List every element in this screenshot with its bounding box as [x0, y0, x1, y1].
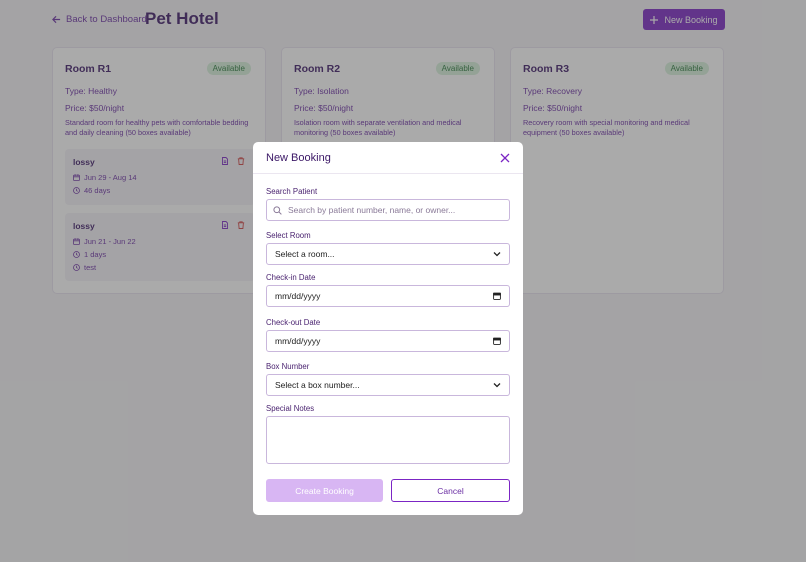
close-icon[interactable]: [500, 153, 510, 163]
check-out-label: Check-out Date: [266, 318, 321, 327]
room-select-value: Select a room...: [275, 249, 335, 259]
search-placeholder: Search by patient number, name, or owner…: [288, 205, 456, 215]
chevron-down-icon: [493, 383, 501, 388]
check-out-value: mm/dd/yyyy: [275, 336, 321, 346]
special-notes-label: Special Notes: [266, 404, 315, 413]
room-select[interactable]: Select a room...: [266, 243, 510, 265]
search-patient-input[interactable]: Search by patient number, name, or owner…: [266, 199, 510, 221]
select-room-label: Select Room: [266, 231, 311, 240]
calendar-picker-icon[interactable]: [493, 292, 501, 300]
box-number-select[interactable]: Select a box number...: [266, 374, 510, 396]
check-in-value: mm/dd/yyyy: [275, 291, 321, 301]
box-number-value: Select a box number...: [275, 380, 360, 390]
calendar-picker-icon[interactable]: [493, 337, 501, 345]
new-booking-modal: New Booking Search Patient Search by pat…: [253, 142, 523, 515]
box-number-label: Box Number: [266, 362, 310, 371]
create-booking-button[interactable]: Create Booking: [266, 479, 383, 502]
chevron-down-icon: [493, 252, 501, 257]
modal-divider: [253, 173, 523, 174]
search-icon: [273, 205, 282, 215]
cancel-button[interactable]: Cancel: [391, 479, 510, 502]
check-in-date-input[interactable]: mm/dd/yyyy: [266, 285, 510, 307]
special-notes-textarea[interactable]: [266, 416, 510, 464]
modal-title: New Booking: [266, 152, 331, 164]
search-patient-label: Search Patient: [266, 187, 318, 196]
check-in-label: Check-in Date: [266, 273, 316, 282]
check-out-date-input[interactable]: mm/dd/yyyy: [266, 330, 510, 352]
